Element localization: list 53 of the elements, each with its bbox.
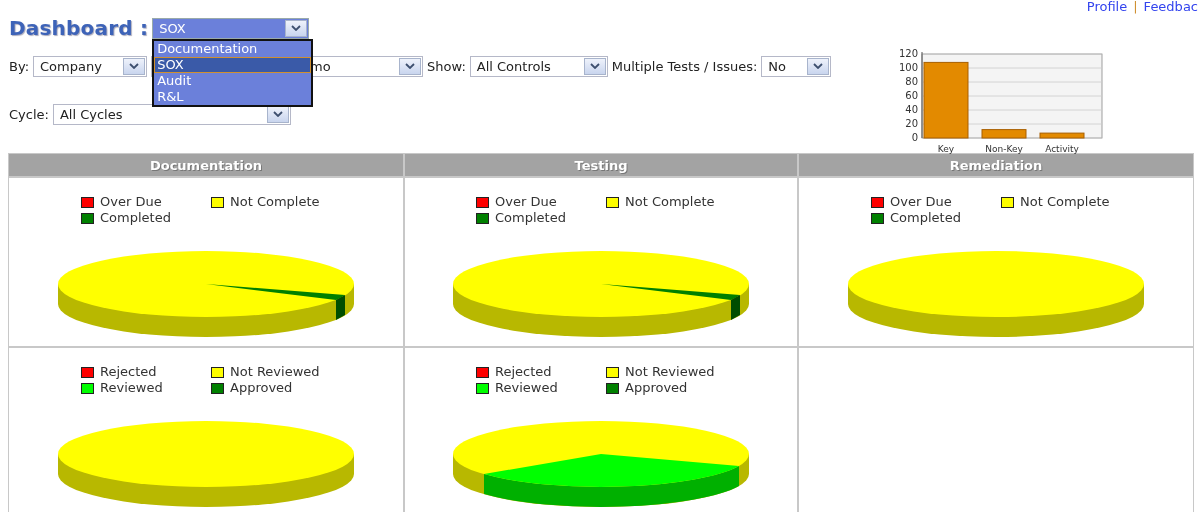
dropdown-field[interactable]: Company: [33, 55, 148, 77]
axis-tick-label: 0: [911, 132, 918, 143]
dropdown-option[interactable]: Audit: [154, 72, 312, 89]
chevron-down-icon: [405, 63, 416, 69]
feedback-link[interactable]: Feedbac: [1143, 0, 1198, 13]
panel-header: Testing: [405, 154, 797, 176]
legend-label: Completed: [890, 211, 961, 225]
axis-tick-label: 120: [898, 48, 918, 59]
dropdown-field[interactable]: No: [761, 55, 832, 77]
chevron-down-icon: [272, 111, 283, 117]
legend-label: Over Due: [100, 195, 162, 209]
legend-label: Reviewed: [100, 381, 163, 395]
page-title: Dashboard :: [9, 16, 149, 40]
legend-label: Completed: [495, 211, 566, 225]
legend-label: Not Complete: [1020, 195, 1110, 209]
axis-category-label: Key: [937, 144, 955, 154]
dropdown-option[interactable]: SOX: [154, 56, 312, 73]
axis-category-label: Activity: [1045, 144, 1079, 154]
bar: [1039, 132, 1085, 139]
axis-tick-label: 60: [905, 90, 918, 101]
axis-tick-label: 80: [905, 76, 918, 87]
legend-label: Not Complete: [625, 195, 715, 209]
legend-label: Reviewed: [495, 381, 558, 395]
dropdown-field[interactable]: All Controls: [469, 55, 608, 77]
profile-link[interactable]: Profile: [1086, 0, 1128, 13]
bar: [981, 129, 1027, 139]
filter-label: Cycle:: [9, 106, 49, 122]
chevron-down-icon: [813, 63, 824, 69]
legend-label: Approved: [625, 381, 688, 395]
filter-label: By:: [9, 58, 30, 74]
legend-label: Not Complete: [230, 195, 320, 209]
legend-label: Not Reviewed: [625, 365, 715, 379]
panel-header: Remediation: [799, 154, 1193, 176]
dropdown-option[interactable]: Documentation: [154, 40, 312, 57]
chevron-down-icon: [589, 63, 600, 69]
legend-label: Over Due: [495, 195, 557, 209]
axis-category-label: Non-Key: [985, 144, 1023, 154]
axis-tick-label: 40: [905, 104, 918, 115]
panel-header: Documentation: [9, 154, 403, 176]
dropdown-option[interactable]: R&L: [154, 88, 312, 105]
chevron-down-icon: [129, 63, 140, 69]
link-separator: |: [1133, 0, 1138, 13]
axis-tick-label: 20: [905, 118, 918, 129]
axis-tick-label: 100: [898, 62, 918, 73]
filter-label: Show:: [427, 58, 466, 74]
legend-label: Over Due: [890, 195, 952, 209]
legend-label: Approved: [230, 381, 293, 395]
filter-label: Multiple Tests / Issues:: [611, 58, 758, 74]
legend-label: Completed: [100, 211, 171, 225]
legend-label: Rejected: [495, 365, 552, 379]
legend-label: Not Reviewed: [230, 365, 320, 379]
legend-label: Rejected: [100, 365, 157, 379]
chevron-down-icon: [291, 25, 302, 31]
